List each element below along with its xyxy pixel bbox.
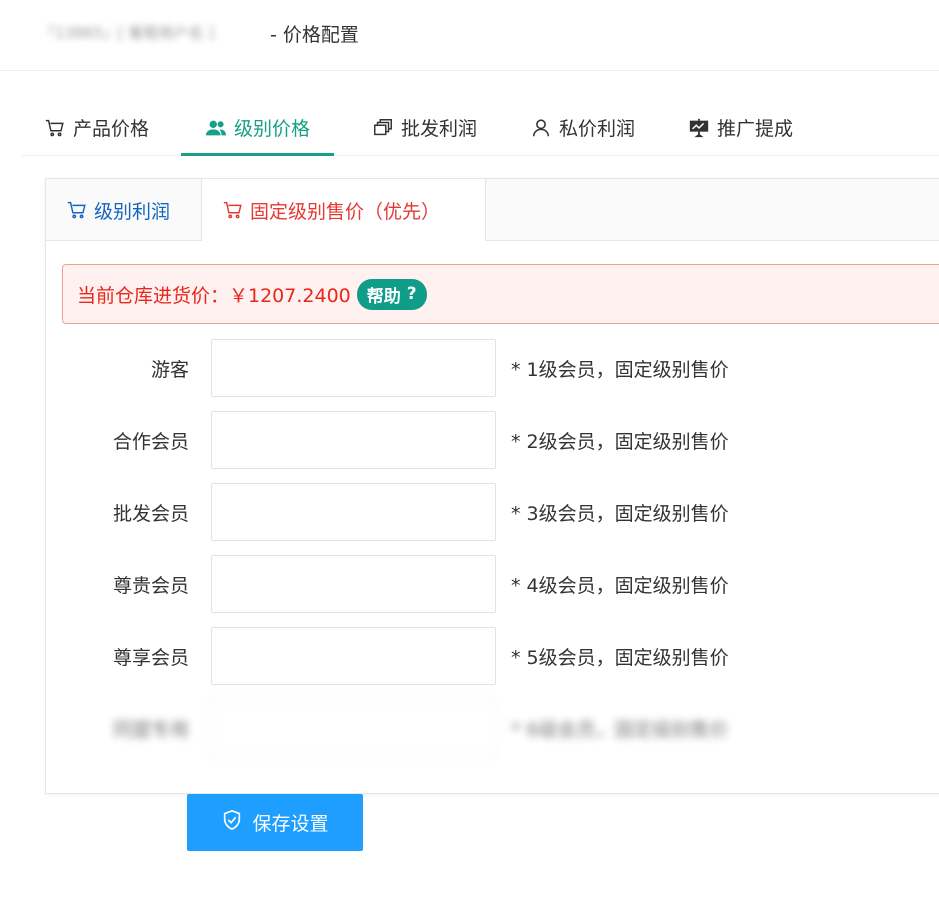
level-5-price-input[interactable] [211,627,496,685]
page-header: 「13865」[ 葡萄用户名 ] - 价格配置 [0,0,939,71]
form-row: 合作会员 * 2级会员，固定级别售价 [46,411,939,469]
purchase-price-text: 当前仓库进货价：￥1207.2400 [77,284,351,307]
tab-level-price[interactable]: 级别价格 [181,100,335,156]
tab-product-price[interactable]: 产品价格 [44,100,149,155]
level-label: 合作会员 [112,430,189,453]
level-3-price-input[interactable] [211,483,496,541]
boxes-icon [372,117,394,139]
tab-label: 产品价格 [73,118,150,140]
tab-wholesale-profit[interactable]: 批发利润 [372,100,477,155]
help-button[interactable]: 帮助 ? [356,278,427,310]
level-hint: * 5级会员，固定级别售价 [511,646,729,669]
level-hint: * 6级会员，固定级别售价 [511,718,729,741]
level-hint: * 1级会员，固定级别售价 [511,358,729,381]
main-tabs: 产品价格 级别价格 批发利润 私价利润 推广提成 [22,100,939,156]
level-price-panel: 级别利润 固定级别售价（优先） 当前仓库进货价：￥1207.2400 帮助 ? … [45,178,939,794]
level-1-price-input[interactable] [211,339,496,397]
presentation-icon [688,117,710,139]
save-label: 保存设置 [252,813,329,835]
sub-tabs: 级别利润 固定级别售价（优先） [46,179,939,241]
level-hint: * 2级会员，固定级别售价 [511,430,729,453]
tab-label: 级别价格 [234,118,311,140]
level-label: 尊贵会员 [112,574,189,597]
level-hint: * 4级会员，固定级别售价 [511,574,729,597]
blurred-store-title: 「13865」[ 葡萄用户名 ] [40,24,214,42]
shield-check-icon [221,809,243,836]
subtab-label: 固定级别售价（优先） [250,200,441,223]
subtab-label: 级别利润 [94,200,171,223]
level-label: 同盟专用 [112,718,189,741]
page-title: - 价格配置 [270,24,359,46]
tab-label: 推广提成 [717,118,794,140]
tab-label: 批发利润 [401,118,478,140]
users-icon [205,117,227,139]
form-row: 批发会员 * 3级会员，固定级别售价 [46,483,939,541]
form-row: 同盟专用 * 6级会员，固定级别售价 [46,699,939,757]
tab-label: 私价利润 [559,118,636,140]
cart-icon [66,199,88,221]
cart-icon [222,199,244,221]
form-row: 尊享会员 * 5级会员，固定级别售价 [46,627,939,685]
level-hint: * 3级会员，固定级别售价 [511,502,729,525]
level-6-price-input[interactable] [211,699,496,757]
purchase-price-alert: 当前仓库进货价：￥1207.2400 帮助 ? [62,264,939,324]
form-row: 游客 * 1级会员，固定级别售价 [46,339,939,397]
user-icon [530,117,552,139]
cart-icon [44,117,66,139]
subtab-fixed-level-price[interactable]: 固定级别售价（优先） [201,179,486,241]
level-4-price-input[interactable] [211,555,496,613]
level-label: 批发会员 [112,502,189,525]
level-label: 游客 [150,358,189,381]
save-settings-button[interactable]: 保存设置 [187,794,363,851]
level-2-price-input[interactable] [211,411,496,469]
level-label: 尊享会员 [112,646,189,669]
help-label: 帮助 [366,286,401,307]
form-row: 尊贵会员 * 4级会员，固定级别售价 [46,555,939,613]
tab-promotion-commission[interactable]: 推广提成 [688,100,793,155]
question-icon: ? [406,284,417,304]
subtab-level-profit[interactable]: 级别利润 [46,179,201,241]
tab-private-profit[interactable]: 私价利润 [530,100,635,155]
